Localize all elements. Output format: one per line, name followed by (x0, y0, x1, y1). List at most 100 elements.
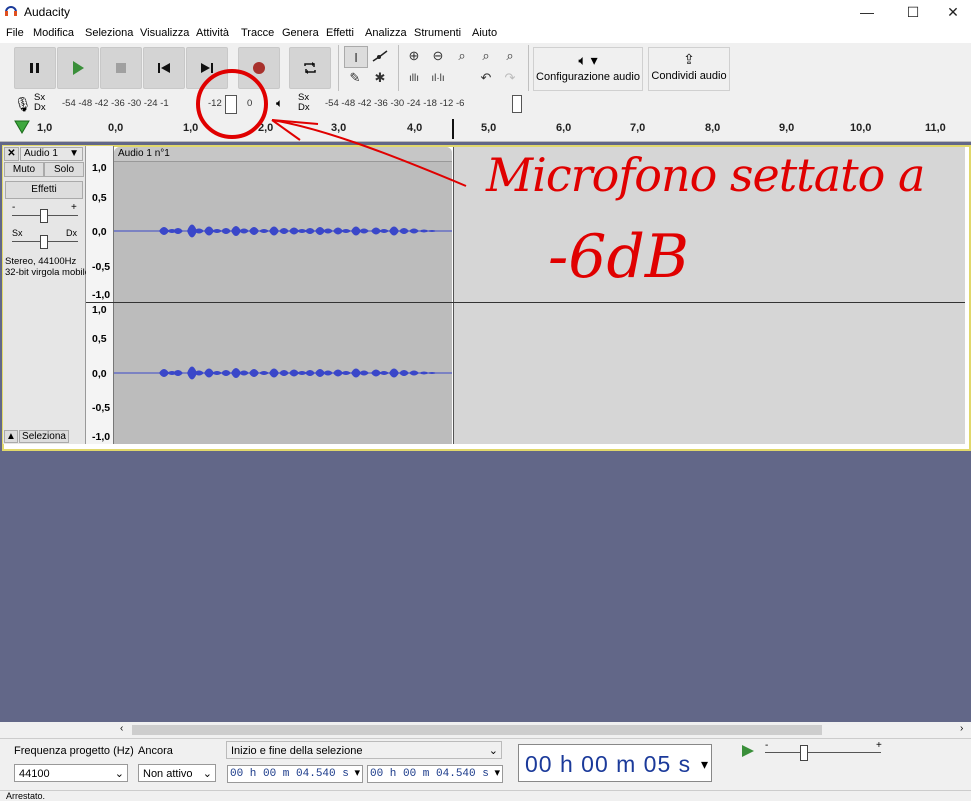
menu-genera[interactable]: Genera (282, 27, 319, 39)
effects-button[interactable]: Effetti (5, 181, 83, 199)
microphone-icon[interactable]: 🎙︎ (14, 96, 32, 113)
share-icon: ⇪ (683, 51, 695, 67)
selection-tool-icon[interactable]: I (344, 46, 368, 68)
horizontal-scrollbar[interactable]: ‹ › (0, 722, 971, 738)
record-meter-channels: Sx Dx (34, 92, 46, 113)
time-display[interactable]: 00 h 00 m 05 s ▾ (518, 744, 712, 782)
track-format-info: Stereo, 44100Hz (5, 256, 77, 267)
trim-audio-icon[interactable]: ıllı (403, 68, 425, 88)
ruler-label: 9,0 (779, 122, 795, 134)
playback-meter-scale[interactable]: -54 -48 -42 -36 -30 -24 -18 -12 -6 (325, 98, 464, 109)
selection-start-time[interactable]: 00 h 00 m 04.540 s ▾ (227, 765, 363, 783)
collapse-track-icon[interactable]: ▲ (4, 430, 18, 443)
record-meter-scale[interactable]: -54 -48 -42 -36 -30 -24 -1 (62, 98, 169, 109)
zoom-in-icon[interactable]: ⊕ (403, 46, 425, 66)
snap-select[interactable]: Non attivo ⌄ (138, 764, 216, 782)
fit-selection-icon[interactable]: ⌕ (451, 46, 473, 66)
track-sample-format: 32-bit virgola mobile (5, 267, 91, 278)
redo-icon[interactable]: ↷ (499, 68, 521, 88)
pause-button[interactable] (14, 47, 56, 89)
minimize-button[interactable]: — (844, 0, 890, 24)
waveform-burst (409, 370, 419, 376)
ruler-label: 10,0 (850, 122, 872, 134)
menu-aiuto[interactable]: Aiuto (472, 27, 497, 39)
menu-attivita[interactable]: Attività (196, 27, 229, 39)
mute-button[interactable]: Muto (4, 162, 44, 177)
menu-strumenti[interactable]: Strumenti (414, 27, 461, 39)
undo-icon[interactable]: ↶ (475, 68, 497, 88)
track-name-menu[interactable]: Audio 1 ▼ (20, 147, 83, 161)
title-bar (0, 0, 971, 24)
ruler-label: 4,0 (407, 122, 423, 134)
project-rate-select[interactable]: 44100 ⌄ (14, 764, 128, 782)
stop-button[interactable] (100, 47, 142, 89)
clip-title-bar[interactable]: Audio 1 n°1 (114, 147, 452, 162)
playhead-triangle-icon[interactable] (14, 120, 30, 134)
gain-slider[interactable] (40, 209, 48, 223)
waveform-burst (427, 230, 437, 232)
silence-audio-icon[interactable]: ıl·lı (427, 68, 449, 88)
playback-volume-slider[interactable] (512, 95, 522, 113)
menu-file[interactable]: File (6, 27, 24, 39)
waveform-burst (323, 228, 333, 234)
share-audio-label: Condividi audio (651, 70, 727, 82)
toolbar-separator (528, 45, 529, 91)
menu-tracce[interactable]: Tracce (241, 27, 274, 39)
waveform-burst (427, 372, 437, 374)
waveform-burst (269, 368, 279, 378)
ruler-label: 7,0 (630, 122, 646, 134)
menu-modifica[interactable]: Modifica (33, 27, 74, 39)
skip-start-button[interactable] (143, 47, 185, 89)
draw-tool-icon[interactable]: ✎ (344, 68, 366, 88)
loop-icon (304, 62, 316, 74)
envelope-tool-icon[interactable] (369, 46, 391, 66)
scroll-left-icon[interactable]: ‹ (120, 723, 123, 734)
zoom-toggle-icon[interactable]: ⌕ (499, 46, 521, 66)
toolbar-separator (338, 45, 339, 91)
menu-seleziona[interactable]: Seleziona (85, 27, 133, 39)
waveform-burst (399, 228, 409, 234)
waveform-burst (173, 228, 183, 234)
skip-end-button[interactable] (186, 47, 228, 89)
vscale-label: 0,0 (92, 368, 107, 380)
scrollbar-thumb[interactable] (132, 725, 822, 735)
gain-minus-label: - (12, 202, 16, 213)
record-volume-slider[interactable] (225, 95, 237, 114)
share-audio-button[interactable]: ⇪ Condividi audio (648, 47, 730, 91)
playback-speaker-icon[interactable]: 🔈︎ (276, 96, 283, 111)
loop-button[interactable] (289, 47, 331, 89)
record-button[interactable] (238, 47, 280, 89)
selection-mode-select[interactable]: Inizio e fine della selezione ⌄ (226, 741, 502, 759)
pan-right-label: Dx (66, 228, 77, 238)
waveform-burst (269, 226, 279, 236)
close-window-button[interactable]: ✕ (930, 0, 971, 24)
audio-setup-button[interactable]: 🔈︎ ▾ Configurazione audio (533, 47, 643, 91)
ruler-label: 8,0 (705, 122, 721, 134)
play-button[interactable] (57, 47, 99, 89)
select-track-button[interactable]: Seleziona (19, 430, 69, 443)
speed-slider-track (765, 752, 881, 753)
fit-project-icon[interactable]: ⌕ (475, 46, 497, 66)
gain-plus-label: + (71, 202, 77, 213)
ruler-label: 1,0 (183, 122, 199, 134)
track-close-icon[interactable]: ✕ (4, 147, 19, 161)
play-icon (73, 61, 84, 75)
waveform-burst (249, 227, 259, 235)
menu-analizza[interactable]: Analizza (365, 27, 407, 39)
ruler-label: 5,0 (481, 122, 497, 134)
ruler-label: 2,0 (258, 122, 274, 134)
solo-button[interactable]: Solo (44, 162, 84, 177)
menu-effetti[interactable]: Effetti (326, 27, 354, 39)
multi-tool-icon[interactable]: ✱ (369, 68, 391, 88)
scroll-right-icon[interactable]: › (960, 723, 963, 734)
selection-end-time[interactable]: 00 h 00 m 04.540 s ▾ (367, 765, 503, 783)
waveform-burst (212, 371, 222, 375)
waveform-burst (239, 370, 249, 376)
menu-visualizza[interactable]: Visualizza (140, 27, 189, 39)
speed-slider[interactable] (800, 745, 808, 761)
zoom-out-icon[interactable]: ⊖ (427, 46, 449, 66)
play-at-speed-icon[interactable] (740, 744, 756, 758)
pan-slider[interactable] (40, 235, 48, 249)
waveform-burst (323, 370, 333, 376)
project-rate-label: Frequenza progetto (Hz) (14, 745, 134, 757)
